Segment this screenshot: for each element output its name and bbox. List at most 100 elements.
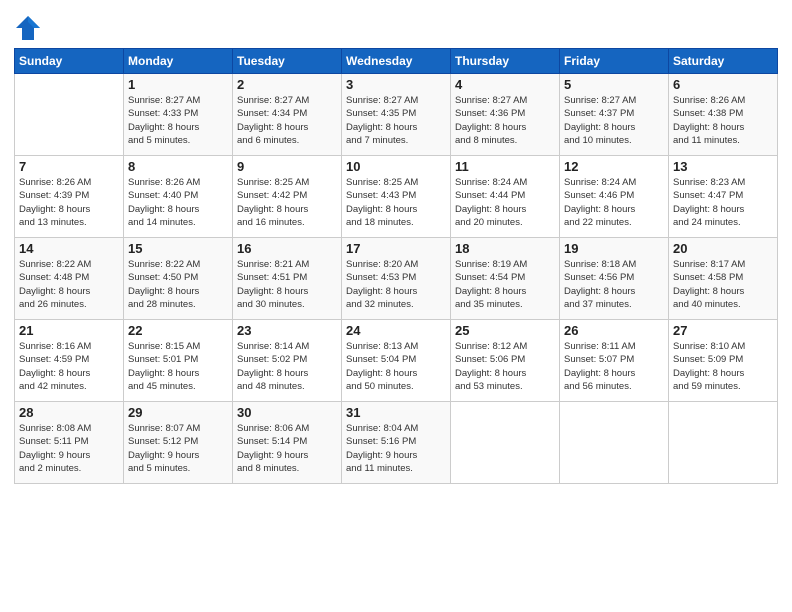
day-cell: 22 Sunrise: 8:15 AM Sunset: 5:01 PM Dayli…	[124, 320, 233, 402]
day-number: 25	[455, 323, 555, 338]
day-info: Sunrise: 8:22 AM Sunset: 4:48 PM Dayligh…	[19, 258, 119, 311]
day-info: Sunrise: 8:24 AM Sunset: 4:44 PM Dayligh…	[455, 176, 555, 229]
day-cell: 11Sunrise: 8:24 AM Sunset: 4:44 PM Dayli…	[451, 156, 560, 238]
day-info: Sunrise: 8:27 AM Sunset: 4:36 PM Dayligh…	[455, 94, 555, 147]
week-row-5: 28 Sunrise: 8:08 AM Sunset: 5:11 PM Dayli…	[15, 402, 778, 484]
day-number: 12	[564, 159, 664, 174]
day-cell: 2 Sunrise: 8:27 AM Sunset: 4:34 PM Daylig…	[233, 74, 342, 156]
day-cell	[15, 74, 124, 156]
day-info: Sunrise: 8:21 AM Sunset: 4:51 PM Dayligh…	[237, 258, 337, 311]
day-info: Sunrise: 8:19 AM Sunset: 4:54 PM Dayligh…	[455, 258, 555, 311]
day-info: Sunrise: 8:18 AM Sunset: 4:56 PM Dayligh…	[564, 258, 664, 311]
day-number: 8	[128, 159, 228, 174]
day-number: 27	[673, 323, 773, 338]
day-info: Sunrise: 8:16 AM Sunset: 4:59 PM Dayligh…	[19, 340, 119, 393]
day-number: 3	[346, 77, 446, 92]
week-row-4: 21 Sunrise: 8:16 AM Sunset: 4:59 PM Dayli…	[15, 320, 778, 402]
day-cell: 17 Sunrise: 8:20 AM Sunset: 4:53 PM Dayli…	[342, 238, 451, 320]
day-number: 14	[19, 241, 119, 256]
day-number: 4	[455, 77, 555, 92]
day-cell: 4 Sunrise: 8:27 AM Sunset: 4:36 PM Daylig…	[451, 74, 560, 156]
day-info: Sunrise: 8:12 AM Sunset: 5:06 PM Dayligh…	[455, 340, 555, 393]
day-number: 15	[128, 241, 228, 256]
day-info: Sunrise: 8:13 AM Sunset: 5:04 PM Dayligh…	[346, 340, 446, 393]
day-info: Sunrise: 8:27 AM Sunset: 4:35 PM Dayligh…	[346, 94, 446, 147]
day-info: Sunrise: 8:11 AM Sunset: 5:07 PM Dayligh…	[564, 340, 664, 393]
day-cell: 3 Sunrise: 8:27 AM Sunset: 4:35 PM Daylig…	[342, 74, 451, 156]
day-number: 19	[564, 241, 664, 256]
day-cell: 27 Sunrise: 8:10 AM Sunset: 5:09 PM Dayli…	[669, 320, 778, 402]
day-number: 7	[19, 159, 119, 174]
day-cell: 25 Sunrise: 8:12 AM Sunset: 5:06 PM Dayli…	[451, 320, 560, 402]
day-cell: 31 Sunrise: 8:04 AM Sunset: 5:16 PM Dayli…	[342, 402, 451, 484]
calendar-table: SundayMondayTuesdayWednesdayThursdayFrid…	[14, 48, 778, 484]
day-info: Sunrise: 8:25 AM Sunset: 4:43 PM Dayligh…	[346, 176, 446, 229]
day-number: 22	[128, 323, 228, 338]
day-cell	[560, 402, 669, 484]
day-number: 17	[346, 241, 446, 256]
day-info: Sunrise: 8:10 AM Sunset: 5:09 PM Dayligh…	[673, 340, 773, 393]
day-info: Sunrise: 8:23 AM Sunset: 4:47 PM Dayligh…	[673, 176, 773, 229]
day-info: Sunrise: 8:25 AM Sunset: 4:42 PM Dayligh…	[237, 176, 337, 229]
day-cell: 13 Sunrise: 8:23 AM Sunset: 4:47 PM Dayli…	[669, 156, 778, 238]
day-info: Sunrise: 8:17 AM Sunset: 4:58 PM Dayligh…	[673, 258, 773, 311]
header-row: SundayMondayTuesdayWednesdayThursdayFrid…	[15, 49, 778, 74]
day-cell: 15 Sunrise: 8:22 AM Sunset: 4:50 PM Dayli…	[124, 238, 233, 320]
day-info: Sunrise: 8:15 AM Sunset: 5:01 PM Dayligh…	[128, 340, 228, 393]
header-cell-sunday: Sunday	[15, 49, 124, 74]
day-number: 29	[128, 405, 228, 420]
header-cell-monday: Monday	[124, 49, 233, 74]
day-info: Sunrise: 8:04 AM Sunset: 5:16 PM Dayligh…	[346, 422, 446, 475]
day-number: 21	[19, 323, 119, 338]
day-number: 24	[346, 323, 446, 338]
header-cell-saturday: Saturday	[669, 49, 778, 74]
day-cell: 20Sunrise: 8:17 AM Sunset: 4:58 PM Dayli…	[669, 238, 778, 320]
day-info: Sunrise: 8:07 AM Sunset: 5:12 PM Dayligh…	[128, 422, 228, 475]
day-cell: 28 Sunrise: 8:08 AM Sunset: 5:11 PM Dayli…	[15, 402, 124, 484]
day-info: Sunrise: 8:27 AM Sunset: 4:34 PM Dayligh…	[237, 94, 337, 147]
week-row-1: 1 Sunrise: 8:27 AM Sunset: 4:33 PM Daylig…	[15, 74, 778, 156]
day-cell: 1 Sunrise: 8:27 AM Sunset: 4:33 PM Daylig…	[124, 74, 233, 156]
day-number: 16	[237, 241, 337, 256]
day-info: Sunrise: 8:26 AM Sunset: 4:39 PM Dayligh…	[19, 176, 119, 229]
day-number: 6	[673, 77, 773, 92]
header	[14, 10, 778, 42]
day-info: Sunrise: 8:26 AM Sunset: 4:38 PM Dayligh…	[673, 94, 773, 147]
day-cell: 12 Sunrise: 8:24 AM Sunset: 4:46 PM Dayli…	[560, 156, 669, 238]
week-row-3: 14 Sunrise: 8:22 AM Sunset: 4:48 PM Dayli…	[15, 238, 778, 320]
day-number: 1	[128, 77, 228, 92]
day-number: 2	[237, 77, 337, 92]
calendar-container: SundayMondayTuesdayWednesdayThursdayFrid…	[0, 0, 792, 494]
day-number: 26	[564, 323, 664, 338]
day-cell	[451, 402, 560, 484]
day-info: Sunrise: 8:06 AM Sunset: 5:14 PM Dayligh…	[237, 422, 337, 475]
week-row-2: 7 Sunrise: 8:26 AM Sunset: 4:39 PM Daylig…	[15, 156, 778, 238]
day-number: 13	[673, 159, 773, 174]
day-cell: 7 Sunrise: 8:26 AM Sunset: 4:39 PM Daylig…	[15, 156, 124, 238]
day-cell: 8 Sunrise: 8:26 AM Sunset: 4:40 PM Daylig…	[124, 156, 233, 238]
day-number: 31	[346, 405, 446, 420]
day-info: Sunrise: 8:27 AM Sunset: 4:33 PM Dayligh…	[128, 94, 228, 147]
day-info: Sunrise: 8:24 AM Sunset: 4:46 PM Dayligh…	[564, 176, 664, 229]
day-cell: 9 Sunrise: 8:25 AM Sunset: 4:42 PM Daylig…	[233, 156, 342, 238]
day-cell: 19 Sunrise: 8:18 AM Sunset: 4:56 PM Dayli…	[560, 238, 669, 320]
day-cell: 29 Sunrise: 8:07 AM Sunset: 5:12 PM Dayli…	[124, 402, 233, 484]
day-info: Sunrise: 8:08 AM Sunset: 5:11 PM Dayligh…	[19, 422, 119, 475]
day-cell: 30Sunrise: 8:06 AM Sunset: 5:14 PM Dayli…	[233, 402, 342, 484]
day-cell: 5Sunrise: 8:27 AM Sunset: 4:37 PM Daylig…	[560, 74, 669, 156]
day-cell: 6 Sunrise: 8:26 AM Sunset: 4:38 PM Daylig…	[669, 74, 778, 156]
day-info: Sunrise: 8:26 AM Sunset: 4:40 PM Dayligh…	[128, 176, 228, 229]
day-info: Sunrise: 8:14 AM Sunset: 5:02 PM Dayligh…	[237, 340, 337, 393]
day-number: 18	[455, 241, 555, 256]
day-cell: 18 Sunrise: 8:19 AM Sunset: 4:54 PM Dayli…	[451, 238, 560, 320]
day-number: 28	[19, 405, 119, 420]
day-number: 10	[346, 159, 446, 174]
logo	[14, 14, 46, 42]
header-cell-thursday: Thursday	[451, 49, 560, 74]
day-info: Sunrise: 8:20 AM Sunset: 4:53 PM Dayligh…	[346, 258, 446, 311]
day-number: 9	[237, 159, 337, 174]
day-cell: 24 Sunrise: 8:13 AM Sunset: 5:04 PM Dayli…	[342, 320, 451, 402]
day-cell: 23Sunrise: 8:14 AM Sunset: 5:02 PM Dayli…	[233, 320, 342, 402]
day-info: Sunrise: 8:22 AM Sunset: 4:50 PM Dayligh…	[128, 258, 228, 311]
day-cell: 21 Sunrise: 8:16 AM Sunset: 4:59 PM Dayli…	[15, 320, 124, 402]
